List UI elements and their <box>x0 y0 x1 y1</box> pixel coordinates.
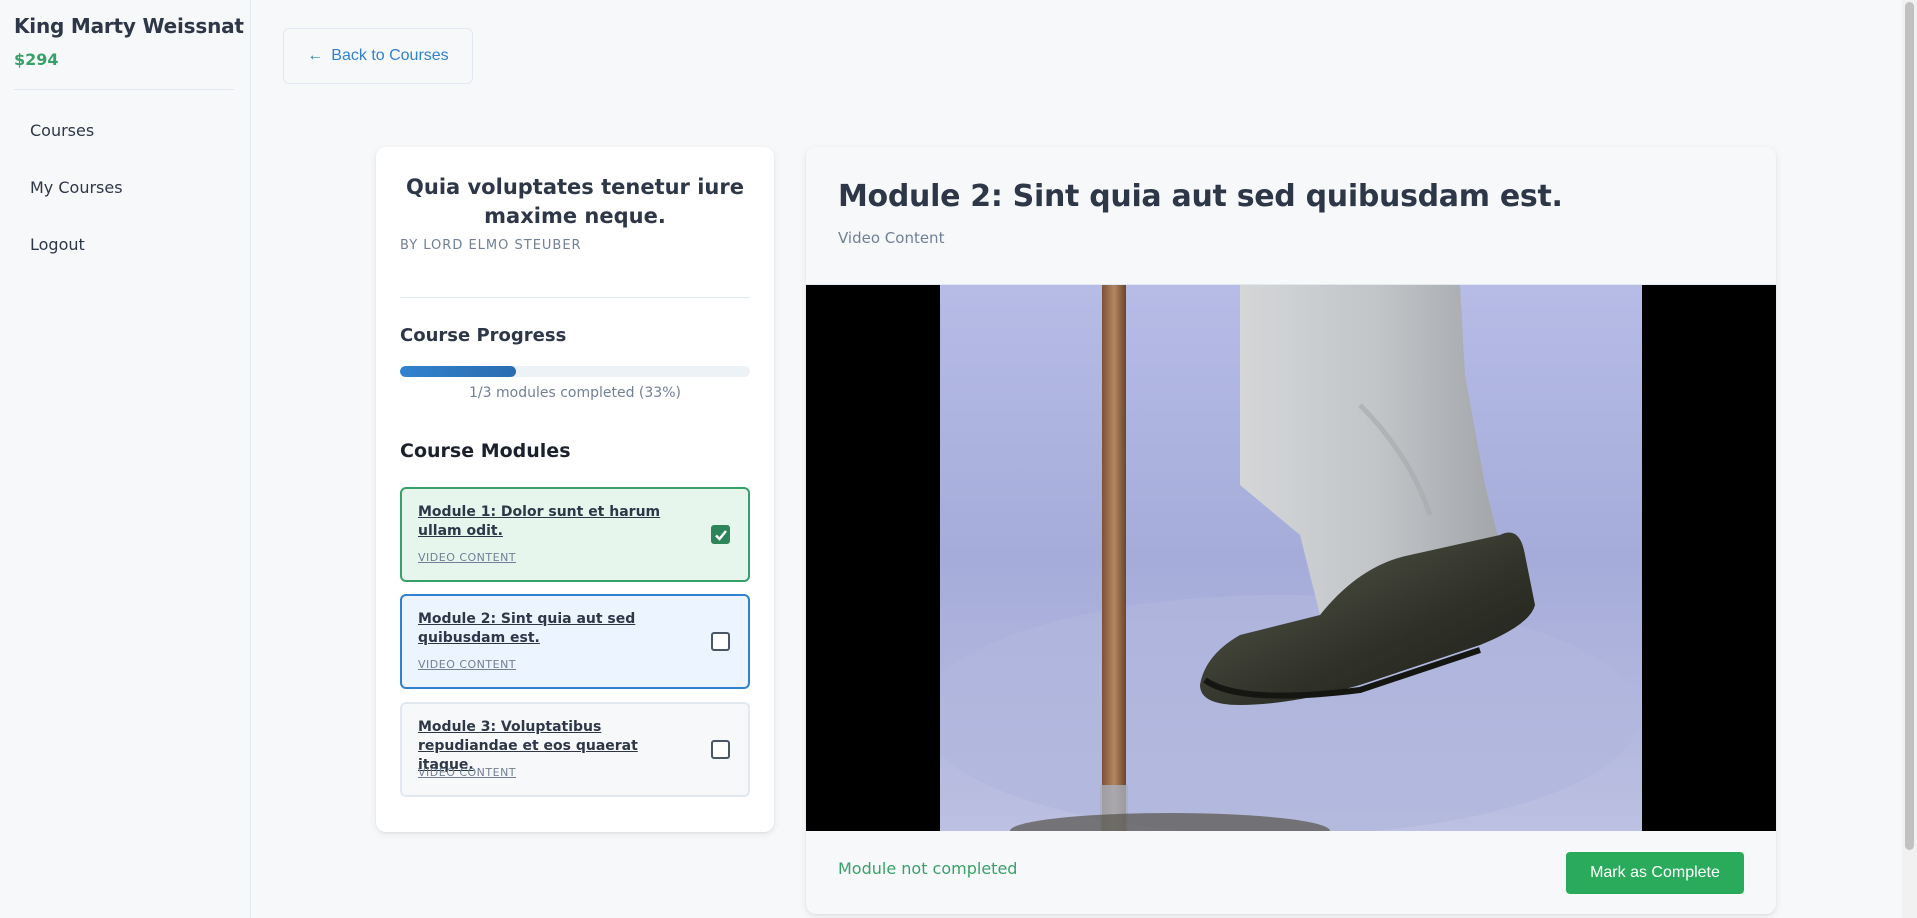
module-checkbox[interactable] <box>711 740 730 759</box>
module-item-1[interactable]: Module 1: Dolor sunt et harum ullam odit… <box>400 487 750 582</box>
module-item-3[interactable]: Module 3: Voluptatibus repudiandae et eo… <box>400 702 750 797</box>
module-type[interactable]: VIDEO CONTENT <box>418 766 516 779</box>
video-player[interactable] <box>806 285 1776 831</box>
nav-item-my-courses[interactable]: My Courses <box>30 178 123 197</box>
course-author: BY LORD ELMO STEUBER <box>400 238 582 253</box>
nav-item-courses[interactable]: Courses <box>30 121 94 140</box>
module-item-2[interactable]: Module 2: Sint quia aut sed quibusdam es… <box>400 594 750 689</box>
course-title: Quia voluptates tenetur iure maxime nequ… <box>406 175 744 228</box>
user-balance: $294 <box>14 50 59 69</box>
back-to-courses-label: Back to Courses <box>331 47 449 64</box>
module-content-footer: Module not completed Mark as Complete <box>806 831 1776 914</box>
arrow-left-icon: ← <box>307 47 324 64</box>
sidebar-divider <box>14 89 234 90</box>
progress-text: 1/3 modules completed (33%) <box>469 385 681 401</box>
module-subheading: Video Content <box>838 229 945 247</box>
module-checkbox[interactable] <box>711 632 730 651</box>
completion-status: Module not completed <box>838 859 1018 878</box>
module-checkbox[interactable] <box>711 525 730 544</box>
card-divider <box>400 297 750 298</box>
mark-as-complete-button[interactable]: Mark as Complete <box>1566 852 1744 894</box>
page-scrollbar[interactable] <box>1902 0 1917 918</box>
progress-heading: Course Progress <box>400 325 567 346</box>
module-title[interactable]: Module 2: Sint quia aut sed quibusdam es… <box>418 610 688 648</box>
user-name: King Marty Weissnat <box>14 14 244 38</box>
modules-heading: Course Modules <box>400 440 571 462</box>
module-type[interactable]: VIDEO CONTENT <box>418 551 516 564</box>
module-type[interactable]: VIDEO CONTENT <box>418 658 516 671</box>
module-heading: Module 2: Sint quia aut sed quibusdam es… <box>838 179 1563 214</box>
nav-item-logout[interactable]: Logout <box>30 235 85 254</box>
sidebar: King Marty Weissnat $294 Courses My Cour… <box>0 0 251 918</box>
progress-bar-fill <box>400 366 516 377</box>
module-title[interactable]: Module 1: Dolor sunt et harum ullam odit… <box>418 503 688 541</box>
scrollbar-thumb[interactable] <box>1905 2 1914 850</box>
back-to-courses-button[interactable]: ← Back to Courses <box>283 28 473 84</box>
video-frame-image <box>940 285 1642 831</box>
module-content-card: Module 2: Sint quia aut sed quibusdam es… <box>806 147 1776 914</box>
module-content-header: Module 2: Sint quia aut sed quibusdam es… <box>806 147 1776 285</box>
checkmark-icon <box>714 529 727 541</box>
progress-bar <box>400 366 750 377</box>
course-sidebar-card: Quia voluptates tenetur iure maxime nequ… <box>376 147 774 832</box>
